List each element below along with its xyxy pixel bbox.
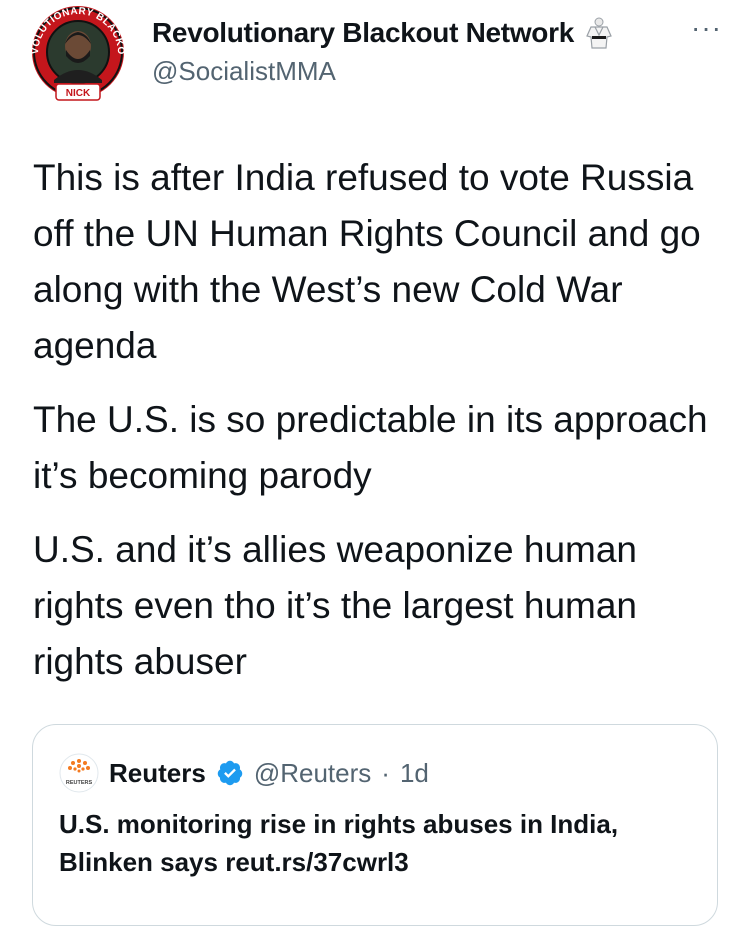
svg-text:NICK: NICK: [66, 88, 91, 99]
author-name[interactable]: Revolutionary Blackout Network: [152, 17, 574, 49]
separator-dot: ·: [381, 757, 390, 788]
avatar-image: REVOLUTIONARY BLACKOUT NICK: [18, 0, 126, 101]
tweet-paragraph: U.S. and it’s allies weaponize human rig…: [33, 529, 637, 682]
tweet-paragraph: This is after India refused to vote Russ…: [33, 157, 701, 366]
author-name-row[interactable]: Revolutionary Blackout Network: [152, 16, 616, 50]
avatar[interactable]: REVOLUTIONARY BLACKOUT NICK: [18, 0, 134, 104]
quoted-author-handle[interactable]: @Reuters: [254, 758, 371, 789]
quoted-timestamp[interactable]: 1d: [400, 758, 429, 789]
more-options-button[interactable]: ···: [691, 12, 722, 44]
quoted-tweet-header: REUTERS Reuters @Reuters · 1d: [59, 753, 429, 793]
svg-text:REUTERS: REUTERS: [66, 780, 93, 786]
quoted-tweet-text: U.S. monitoring rise in rights abuses in…: [59, 809, 619, 877]
quoted-author-name[interactable]: Reuters: [109, 758, 206, 789]
reuters-logo-icon: REUTERS: [59, 753, 99, 793]
author-handle[interactable]: @SocialistMMA: [152, 56, 336, 87]
martial-arts-gi-icon: [586, 17, 612, 49]
verified-badge-icon: [217, 760, 243, 786]
tweet-text: This is after India refused to vote Russ…: [33, 150, 723, 708]
quoted-tweet[interactable]: REUTERS Reuters @Reuters · 1d U.S. monit…: [32, 724, 718, 926]
tweet-paragraph: The U.S. is so predictable in its approa…: [33, 399, 708, 496]
